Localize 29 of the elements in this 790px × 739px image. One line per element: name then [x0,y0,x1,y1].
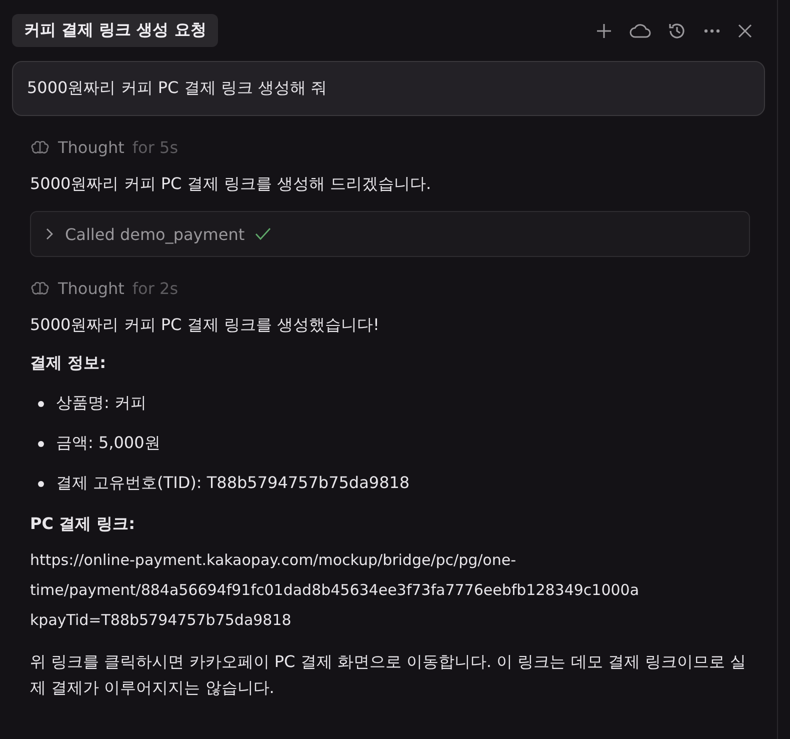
brain-icon [30,140,50,156]
more-icon[interactable] [703,28,721,34]
tool-call-row[interactable]: Called demo_payment [30,211,750,258]
section-heading: 결제 정보: [30,352,107,374]
bullet-icon [38,440,44,447]
history-icon[interactable] [667,20,687,40]
conversation-title[interactable]: 커피 결제 링크 생성 요청 [12,14,218,47]
bullet-icon [38,480,44,487]
thought-label[interactable]: Thought [58,138,124,157]
prompt-message[interactable]: 5000원짜리 커피 PC 결제 링크 생성해 줘 [12,61,765,116]
payment-link[interactable]: kpayTid=T88b5794757b75da9818 [30,604,292,635]
bullet-icon [38,400,44,407]
thought-duration: for 5s [132,138,178,157]
brain-icon [30,280,50,297]
close-icon[interactable] [737,22,753,38]
thought-duration: for 2s [132,279,178,298]
message-text: 5000원짜리 커피 PC 결제 링크를 생성해 드리겠습니다. [30,173,432,195]
list-item-text: 결제 고유번호(TID): T88b5794757b75da9818 [56,473,410,494]
list-item-text: 금액: 5,000원 [56,433,160,454]
plus-icon[interactable] [595,22,613,40]
list-item-text: 상품명: 커피 [56,393,146,414]
section-heading: PC 결제 링크: [30,514,136,535]
message-text: 위 링크를 클릭하시면 카카오페이 PC 결제 화면으로 이동합니다. 이 링크는 데모 결제 링크이므로 실제 결제가 이루어지지는 않습니다. [30,650,748,700]
cloud-icon[interactable] [629,22,651,40]
payment-link[interactable]: https://online-payment.kakaopay.com/mockup/bridge/pc/pg/one- [30,544,516,575]
thought-label[interactable]: Thought [58,279,124,298]
tool-call-label: Called demo_payment [65,224,245,244]
message-text: 5000원짜리 커피 PC 결제 링크를 생성했습니다! [30,314,380,336]
payment-link[interactable]: time/payment/884a56694f91fc01dad8b45634ee3f73fa7776eebfb128349c1000a [30,574,640,605]
